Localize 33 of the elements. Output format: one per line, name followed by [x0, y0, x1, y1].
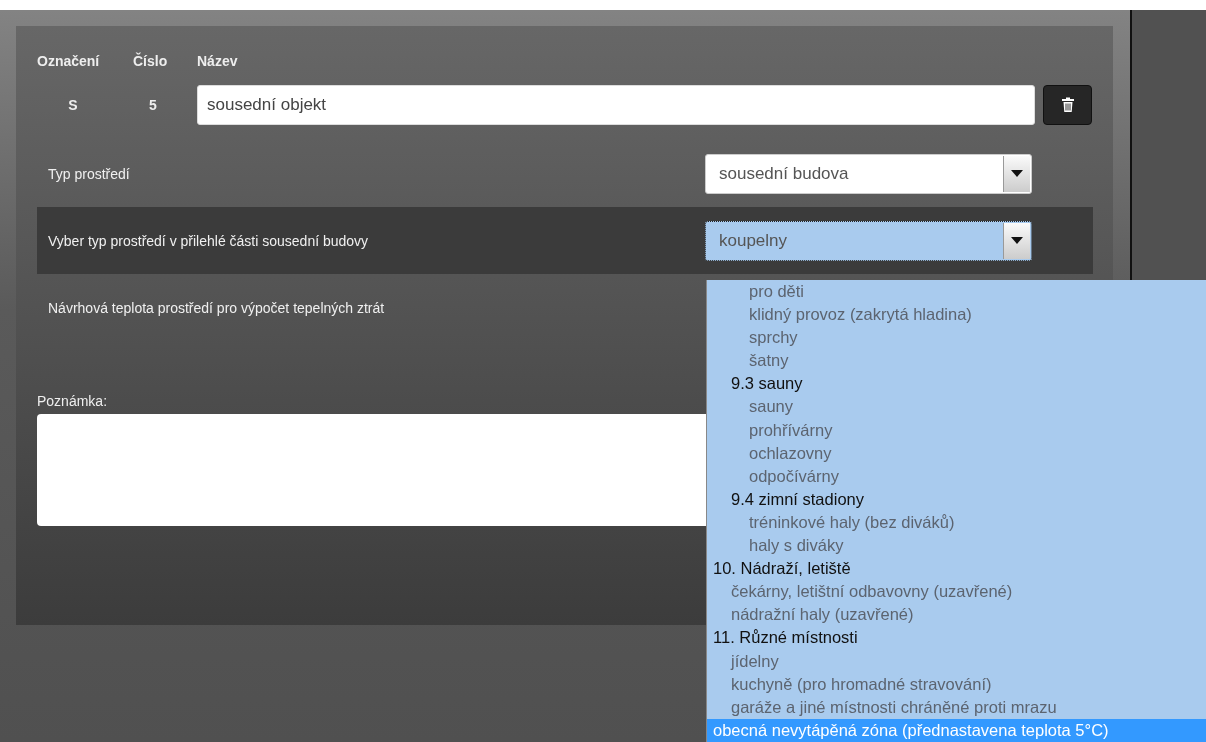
dropdown-option[interactable]: 10. Nádraží, letiště: [707, 557, 1206, 581]
dropdown-option[interactable]: čekárny, letištní odbavovny (uzavřené): [707, 580, 1206, 604]
dropdown-option[interactable]: 9.4 zimní stadiony: [707, 487, 1206, 511]
trash-icon: [1060, 97, 1075, 113]
dropdown-option[interactable]: nádražní haly (uzavřené): [707, 603, 1206, 627]
field-label: Vyber typ prostředí v přilehlé části sousední budovy: [47, 232, 369, 249]
column-header: Číslo: [133, 53, 169, 69]
column-header: Název: [197, 53, 238, 69]
name-field[interactable]: sousední objekt: [197, 85, 1035, 125]
dropdown-option[interactable]: pro děti: [707, 280, 1206, 304]
delete-button[interactable]: [1043, 85, 1092, 125]
dropdown-option[interactable]: ochlazovny: [707, 441, 1206, 465]
dropdown-option[interactable]: tréninkové haly (bez diváků): [707, 510, 1206, 535]
select-field[interactable]: koupelny: [705, 220, 1032, 261]
dropdown-option[interactable]: klidný provoz (zakrytá hladina): [707, 303, 1206, 327]
dropdown-option[interactable]: sprchy: [707, 326, 1206, 350]
dropdown-option[interactable]: 9.3 sauny: [707, 372, 1206, 396]
dropdown-option[interactable]: jídelny: [707, 649, 1206, 673]
dropdown-option[interactable]: prohřívárny: [707, 418, 1206, 442]
number-value: 5: [148, 97, 158, 113]
dropdown-option[interactable]: sauny: [707, 395, 1206, 419]
dropdown-option[interactable]: haly s diváky: [707, 534, 1206, 558]
mark-value: S: [67, 97, 79, 113]
dropdown-option[interactable]: šatny: [707, 349, 1206, 373]
column-header: Označení: [37, 53, 101, 69]
dropdown-option[interactable]: obecná nevytápěná zóna (přednastavena teplota 5°C): [707, 718, 1206, 742]
dropdown-option[interactable]: kuchyně (pro hromadné stravování): [707, 672, 1206, 696]
select-field[interactable]: sousední budova: [705, 153, 1032, 194]
dropdown-option[interactable]: garáže a jiné místnosti chráněné proti mrazu: [707, 695, 1206, 719]
field-label: Návrhová teplota prostředí pro výpočet tepelných ztrát: [47, 299, 385, 316]
field-label: Typ prostředí: [47, 165, 130, 182]
dropdown-option[interactable]: 11. Různé místnosti: [707, 626, 1206, 650]
dropdown-option[interactable]: odpočívárny: [707, 464, 1206, 488]
